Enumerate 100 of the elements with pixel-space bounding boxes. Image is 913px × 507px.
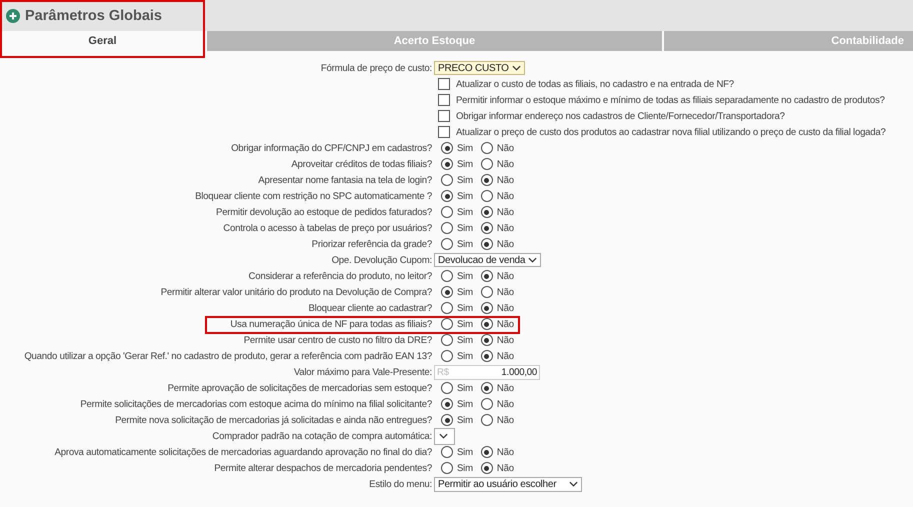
field-label: Valor máximo para Vale-Presente:	[294, 366, 432, 378]
radio-button[interactable]	[441, 462, 453, 474]
radio-button[interactable]	[441, 174, 453, 186]
field-label: Ope. Devolução Cupom:	[332, 254, 432, 266]
radio-button[interactable]	[480, 462, 493, 474]
radio-button[interactable]	[480, 174, 493, 186]
checkbox[interactable]	[438, 78, 450, 90]
currency-prefix: R$	[437, 366, 449, 378]
checkbox[interactable]	[438, 94, 450, 106]
radio-button[interactable]	[441, 334, 453, 346]
radio-button[interactable]	[441, 270, 453, 282]
field-label: Aprova automaticamente solicitações de mercadorias aguardando aprovação no final do dia?	[54, 446, 432, 458]
radio-label: Não	[496, 270, 514, 282]
dropdown[interactable]: PRECO CUSTO	[434, 61, 525, 75]
field-label: Usa numeração única de NF para todas as filiais?	[230, 318, 432, 330]
page-title: Parâmetros Globais	[25, 8, 162, 24]
radio-button[interactable]	[480, 318, 493, 330]
radio-label: Sim	[457, 446, 473, 458]
radio-label: Sim	[457, 414, 473, 426]
radio-label: Sim	[457, 350, 473, 362]
radio-label: Sim	[457, 174, 473, 186]
field-label: Aproveitar créditos de todas filiais?	[291, 158, 432, 170]
radio-button[interactable]	[480, 414, 493, 426]
field-label: Fórmula de preço de custo:	[320, 62, 432, 74]
radio-label: Sim	[457, 302, 473, 314]
chevron-icon	[528, 257, 538, 263]
radio-label: Sim	[457, 270, 473, 282]
field-label: Bloquear cliente com restrição no SPC automaticamente ?	[195, 190, 432, 202]
radio-button[interactable]	[480, 238, 493, 250]
radio-label: Não	[496, 462, 514, 474]
field-label: Considerar a referência do produto, no leitor?	[248, 270, 432, 282]
radio-label: Sim	[457, 190, 473, 202]
radio-button[interactable]	[480, 286, 493, 298]
radio-button[interactable]	[441, 142, 453, 154]
radio-button[interactable]	[480, 142, 493, 154]
radio-button[interactable]	[441, 318, 453, 330]
checkbox[interactable]	[438, 110, 450, 122]
radio-button[interactable]	[480, 222, 493, 234]
radio-button[interactable]	[441, 286, 453, 298]
chevron-icon	[569, 481, 578, 487]
checkbox-label: Atualizar o preço de custo dos produtos ao cadastrar nova filial utilizando o preço de custo da filial logada?	[456, 126, 886, 138]
radio-label: Não	[496, 286, 514, 298]
chevron-icon	[512, 65, 521, 71]
radio-label: Não	[496, 190, 514, 202]
checkbox-label: Atualizar o custo de todas as filiais, no cadastro e na entrada de NF?	[456, 78, 734, 90]
radio-label: Não	[496, 238, 514, 250]
dropdown[interactable]: Devolucao de venda	[434, 253, 542, 267]
radio-button[interactable]	[480, 270, 493, 282]
radio-button[interactable]	[480, 206, 493, 218]
radio-button[interactable]	[441, 350, 453, 362]
radio-button[interactable]	[441, 446, 453, 458]
radio-label: Sim	[457, 398, 473, 410]
radio-button[interactable]	[441, 302, 453, 314]
plus-icon[interactable]	[6, 8, 20, 22]
field-label: Permite alterar despachos de mercadoria pendentes?	[214, 462, 432, 474]
radio-label: Não	[496, 206, 514, 218]
radio-label: Não	[496, 382, 514, 394]
field-label: Permitir devolução ao estoque de pedidos faturados?	[216, 206, 432, 218]
field-label: Estilo do menu:	[369, 478, 432, 490]
radio-button[interactable]	[480, 350, 493, 362]
radio-label: Sim	[457, 382, 473, 394]
radio-label: Não	[496, 174, 514, 186]
radio-button[interactable]	[480, 334, 493, 346]
radio-label: Sim	[457, 462, 473, 474]
radio-button[interactable]	[441, 398, 453, 410]
checkbox[interactable]	[438, 126, 450, 138]
radio-button[interactable]	[441, 190, 453, 202]
radio-label: Não	[496, 222, 514, 234]
currency-field[interactable]: R$ 1.000,00	[434, 364, 540, 380]
radio-label: Não	[496, 350, 514, 362]
radio-button[interactable]	[480, 446, 493, 458]
chevron-icon	[439, 433, 448, 439]
radio-button[interactable]	[480, 302, 493, 314]
field-label: Permite usar centro de custo no filtro da DRE?	[244, 334, 432, 346]
radio-button[interactable]	[441, 222, 453, 234]
radio-button[interactable]	[480, 190, 493, 202]
radio-button[interactable]	[480, 158, 493, 170]
radio-button[interactable]	[480, 382, 493, 394]
radio-label: Sim	[457, 334, 473, 346]
radio-label: Não	[496, 414, 514, 426]
field-label: Controla o acesso à tabelas de preço por usuários?	[223, 222, 432, 234]
dropdown[interactable]: Permitir ao usuário escolher	[434, 476, 582, 492]
radio-button[interactable]	[441, 238, 453, 250]
field-label: Quando utilizar a opção 'Gerar Ref.' no cadastro de produto, gerar a referência com padrão EAN 13?	[24, 350, 432, 362]
radio-label: Sim	[457, 206, 473, 218]
field-label: Priorizar referência da grade?	[312, 238, 432, 250]
radio-button[interactable]	[441, 414, 453, 426]
radio-button[interactable]	[480, 398, 493, 410]
radio-label: Não	[496, 446, 514, 458]
radio-label: Sim	[457, 158, 473, 170]
field-label: Permite nova solicitação de mercadorias já solicitadas e ainda não entregues?	[115, 414, 432, 426]
field-label: Permite aprovação de solicitações de mercadorias sem estoque?	[168, 382, 432, 394]
radio-button[interactable]	[441, 206, 453, 218]
dropdown[interactable]	[434, 428, 455, 444]
field-label: Permitir alterar valor unitário do produto na Devolução de Compra?	[160, 286, 432, 298]
field-label: Apresentar nome fantasia na tela de login?	[258, 174, 432, 186]
radio-button[interactable]	[441, 382, 453, 394]
field-label: Bloquear cliente ao cadastrar?	[308, 302, 432, 314]
radio-button[interactable]	[441, 158, 453, 170]
radio-label: Não	[496, 318, 514, 330]
